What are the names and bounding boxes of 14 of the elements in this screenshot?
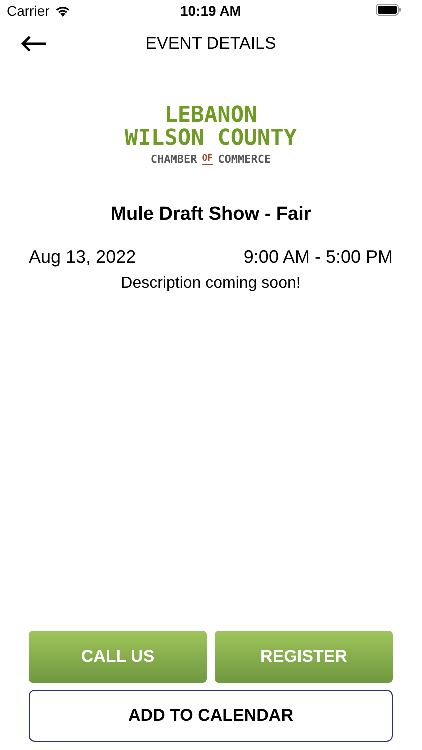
register-button[interactable]: REGISTER: [215, 631, 393, 683]
event-time: 9:00 AM - 5:00 PM: [244, 247, 393, 268]
call-button[interactable]: CALL US: [29, 631, 207, 683]
add-to-calendar-button[interactable]: ADD TO CALENDAR: [29, 690, 393, 742]
back-arrow-icon[interactable]: [21, 36, 47, 52]
event-date: Aug 13, 2022: [29, 247, 136, 268]
page-title: EVENT DETAILS: [146, 34, 276, 54]
carrier-label: Carrier: [7, 3, 50, 19]
wifi-icon: [54, 5, 71, 17]
status-time: 10:19 AM: [180, 3, 242, 19]
event-title: Mule Draft Show - Fair: [110, 204, 312, 226]
chamber-logo: LEBANON WILSON COUNTY CHAMBER OF COMMERCE: [124, 104, 298, 166]
event-description: Description coming soon!: [120, 275, 302, 293]
battery-icon: [376, 4, 402, 16]
